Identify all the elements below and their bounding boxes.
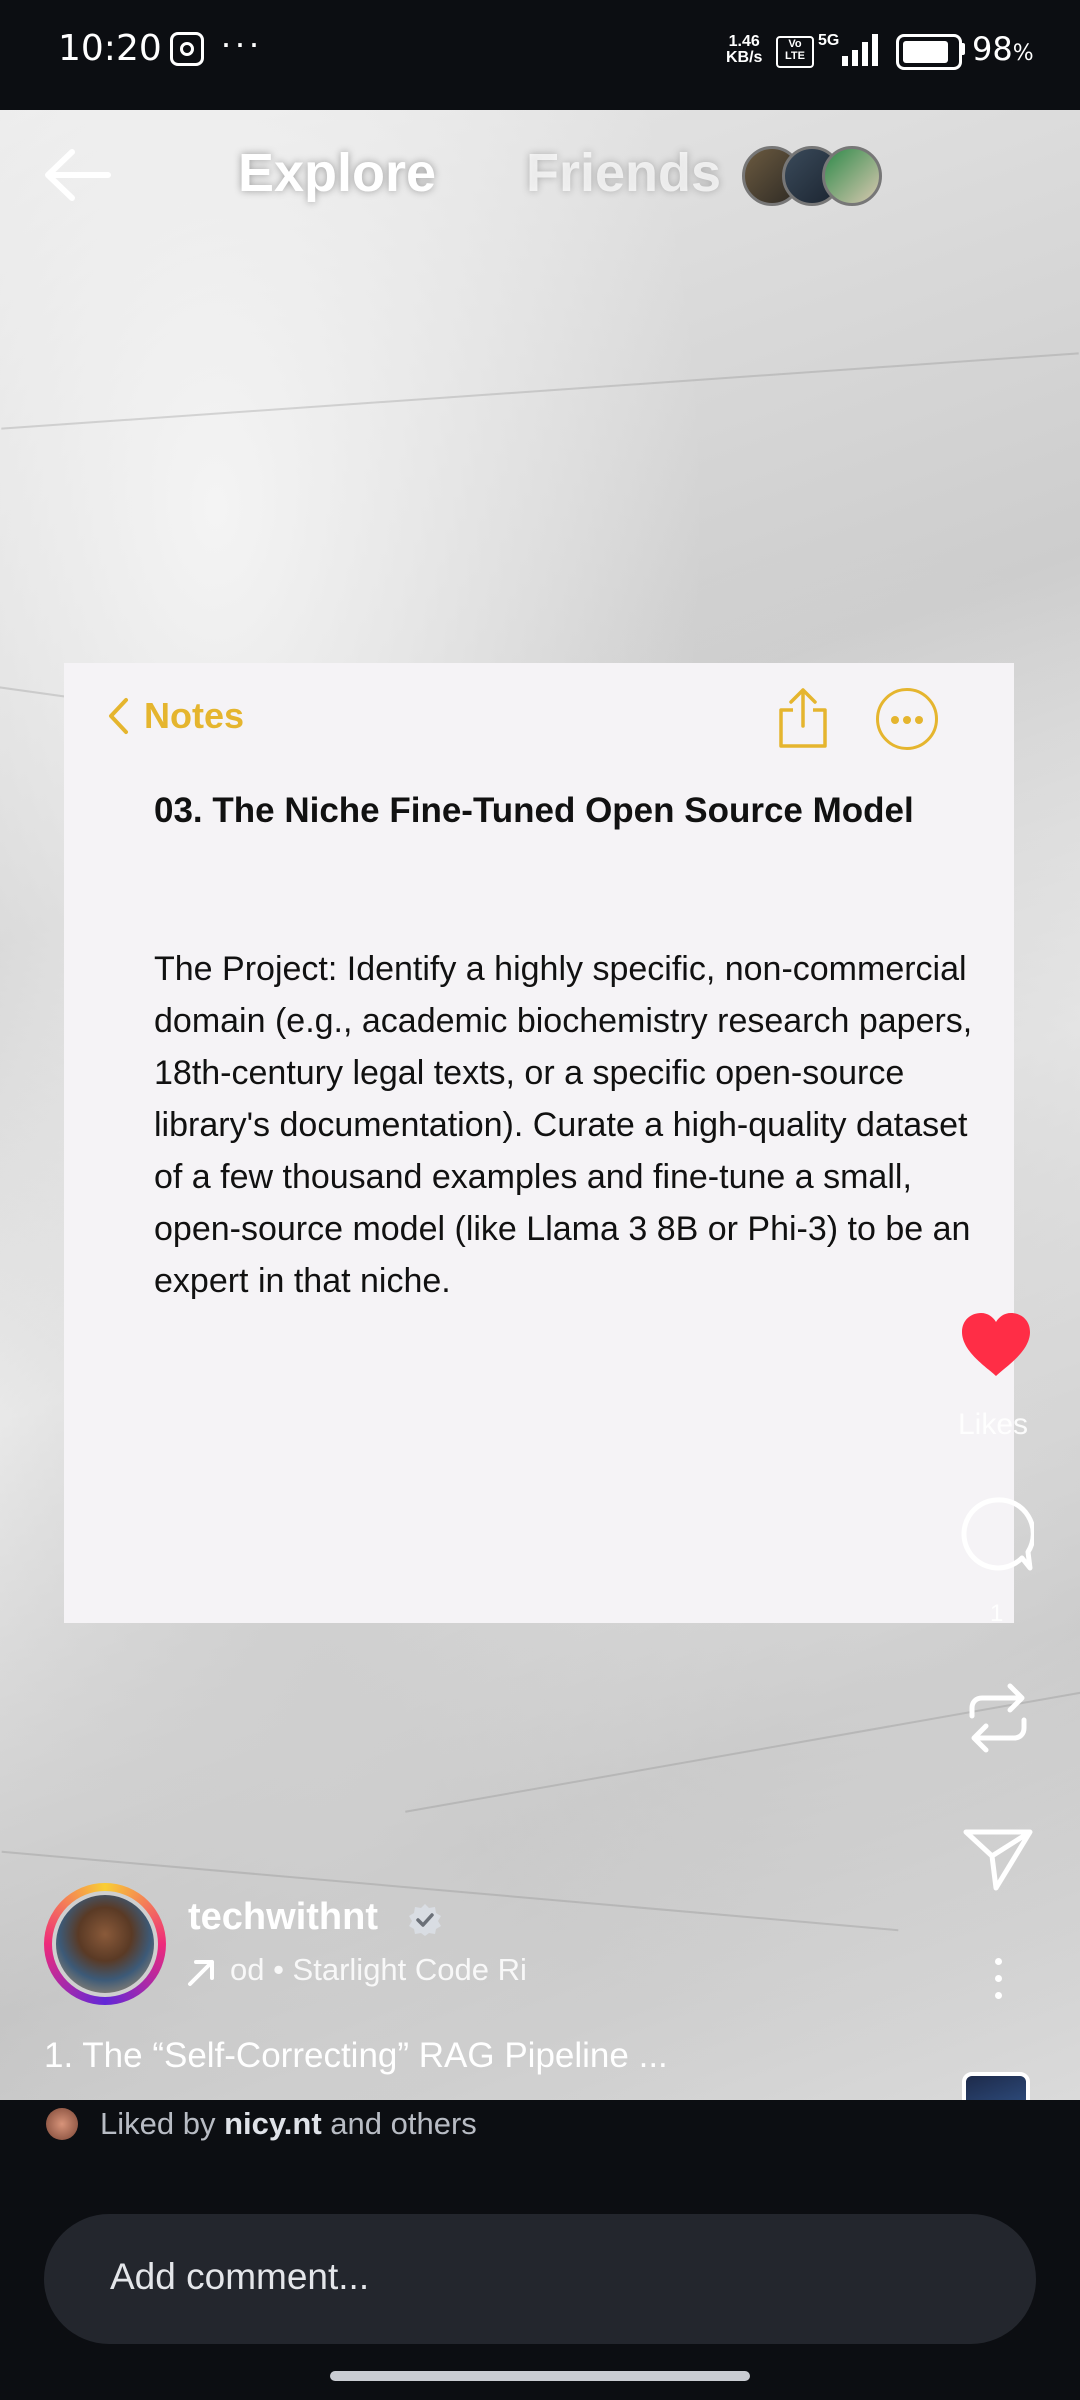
liked-by-suffix: and others	[321, 2106, 477, 2141]
battery-percentage-unit: %	[1012, 41, 1034, 66]
chevron-left-icon	[109, 698, 128, 734]
audio-info[interactable]: od • Starlight Code Ri	[188, 1952, 527, 1988]
home-indicator[interactable]	[330, 2371, 750, 2381]
comment-icon[interactable]	[958, 1496, 1034, 1572]
liked-by-user[interactable]: nicy.nt	[224, 2106, 322, 2141]
battery-tip	[960, 43, 965, 55]
status-bar: 10:20 ··· 1.46 KB/s Vo LTE 5G 98%	[0, 0, 1080, 110]
note-body: The Project: Identify a highly specific,…	[154, 950, 973, 1300]
notes-back-link: Notes	[106, 695, 244, 737]
clock: 10:20	[58, 28, 162, 69]
liked-by-prefix: Liked by	[100, 2106, 225, 2141]
author-username[interactable]: techwithnt	[188, 1896, 378, 1939]
kebab-menu-icon[interactable]	[990, 1958, 1006, 2008]
comment-placeholder[interactable]: Add comment...	[110, 2256, 369, 2298]
friend-avatar[interactable]	[822, 146, 882, 206]
note-title: 03. The Niche Fine-Tuned Open Source Mod…	[154, 791, 914, 830]
repost-icon[interactable]	[962, 1680, 1034, 1756]
send-icon[interactable]	[962, 1826, 1034, 1892]
avatar[interactable]	[52, 1891, 158, 1997]
tab-explore[interactable]: Explore	[238, 142, 436, 204]
likes-label[interactable]: Likes	[958, 1408, 1028, 1442]
more-options-icon	[876, 688, 938, 750]
comment-count: 1	[990, 1600, 1004, 1627]
battery-icon	[896, 34, 962, 70]
volte-badge: Vo LTE	[776, 36, 814, 68]
heart-icon[interactable]	[958, 1310, 1034, 1380]
post-caption[interactable]: 1. The “Self-Correcting” RAG Pipeline ..…	[44, 2036, 668, 2076]
network-speed-value: 1.46	[728, 33, 760, 50]
tab-friends[interactable]: Friends	[526, 142, 721, 204]
network-speed-unit: KB/s	[726, 49, 763, 66]
battery-percentage-value: 98	[972, 30, 1013, 68]
network-speed: 1.46 KB/s	[726, 34, 762, 66]
liker-avatar	[46, 2108, 78, 2140]
battery-level	[903, 41, 948, 63]
battery-percentage: 98%	[972, 30, 1034, 68]
instagram-icon	[170, 32, 204, 66]
share-icon	[779, 688, 827, 748]
notes-label: Notes	[144, 695, 245, 736]
liked-by-text[interactable]: Liked by nicy.nt and others	[100, 2106, 477, 2142]
signal-icon	[842, 34, 878, 66]
verified-badge-icon	[409, 1904, 441, 1936]
overflow-notifications-icon: ···	[220, 22, 262, 63]
audio-title[interactable]: od • Starlight Code Ri	[230, 1952, 527, 1987]
back-arrow-icon[interactable]	[38, 140, 118, 210]
